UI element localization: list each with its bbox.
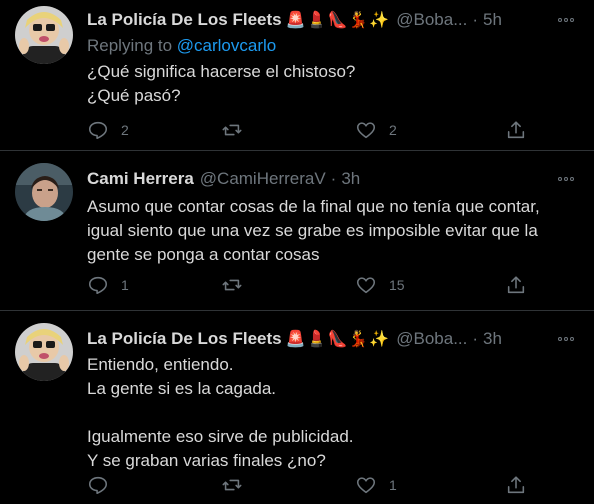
tweet-text-line: ¿Qué significa hacerse el chistoso? [87,62,356,81]
heart-icon [356,277,376,294]
tweet-text-line: igual siento que una vez se grabe es imp… [87,221,538,240]
separator-dot: · [472,10,479,29]
reply-button[interactable] [87,474,221,496]
avatar[interactable] [15,323,73,381]
author-handle[interactable]: @Boba... [396,10,467,30]
tweet-text-line: ¿Qué pasó? [87,86,181,105]
tweet-text-line: Entiendo, entiendo. [87,355,234,374]
share-icon [507,276,525,294]
tweet-actions: 2 2 [87,118,527,142]
tweet-header: Cami Herrera @CamiHerreraV · 3h [87,167,578,191]
share-icon [507,476,525,494]
retweet-button[interactable] [221,119,355,141]
author-handle[interactable]: @Boba... [396,329,467,349]
tweet-text-line: gente se ponga a contar cosas [87,245,320,264]
share-button[interactable] [505,274,527,296]
author-name[interactable]: Cami Herrera [87,169,194,189]
avatar[interactable] [15,6,73,64]
tweet[interactable]: La Policía De Los Fleets 🚨💄👠💃✨ @Boba... … [0,310,594,504]
more-dots-icon[interactable] [554,333,578,345]
reply-mention-link[interactable]: @carlovcarlo [177,36,276,55]
like-button[interactable]: 2 [355,119,489,141]
share-icon [507,121,525,139]
share-button[interactable] [505,119,527,141]
retweet-icon [222,479,242,491]
speech-bubble-icon [88,121,108,140]
heart-icon [356,122,376,139]
tweet-text-line: Asumo que contar cosas de la final que n… [87,197,540,216]
retweet-icon [222,124,242,136]
tweet-header: La Policía De Los Fleets 🚨💄👠💃✨ @Boba... … [87,8,578,32]
avatar[interactable] [15,163,73,221]
tweet-text-line: La gente si es la cagada. [87,379,277,398]
author-handle[interactable]: @CamiHerreraV [200,169,326,189]
timestamp[interactable]: 5h [483,10,502,30]
share-button[interactable] [505,474,527,496]
like-button[interactable]: 1 [355,474,489,496]
tweet-text: Entiendo, entiendo. La gente si es la ca… [87,353,578,473]
tweet[interactable]: Cami Herrera @CamiHerreraV · 3h Asumo qu… [0,150,594,310]
author-emojis: 🚨💄👠💃✨ [285,12,391,29]
timeline: La Policía De Los Fleets 🚨💄👠💃✨ @Boba... … [0,0,594,504]
like-button[interactable]: 15 [355,274,489,296]
author-emojis: 🚨💄👠💃✨ [285,331,391,348]
timestamp[interactable]: 3h [341,169,360,189]
like-count: 2 [389,122,397,138]
retweet-button[interactable] [221,274,355,296]
separator-dot: · [472,329,479,348]
speech-bubble-icon [88,276,108,295]
reply-button[interactable]: 1 [87,274,221,296]
tweet-text-line: Y se graban varias finales ¿no? [87,451,326,470]
reply-count: 1 [121,277,129,293]
speech-bubble-icon [88,476,108,495]
heart-icon [356,477,376,494]
tweet[interactable]: La Policía De Los Fleets 🚨💄👠💃✨ @Boba... … [0,0,594,150]
tweet-text-line: Igualmente eso sirve de publicidad. [87,427,354,446]
like-count: 1 [389,477,397,493]
tweet-text-line [87,401,578,425]
separator-dot: · [330,169,337,188]
like-count: 15 [389,277,405,293]
tweet-actions: 1 [87,473,527,497]
replying-to-label: Replying to [87,36,177,55]
more-dots-icon[interactable] [554,14,578,26]
retweet-button[interactable] [221,474,355,496]
author-name[interactable]: La Policía De Los Fleets [87,329,282,349]
author-name[interactable]: La Policía De Los Fleets [87,10,282,30]
reply-count: 2 [121,122,129,138]
tweet-header: La Policía De Los Fleets 🚨💄👠💃✨ @Boba... … [87,327,578,351]
timestamp[interactable]: 3h [483,329,502,349]
reply-button[interactable]: 2 [87,119,221,141]
replying-to: Replying to @carlovcarlo [87,34,578,58]
tweet-actions: 1 15 [87,273,527,297]
tweet-text: ¿Qué significa hacerse el chistoso? ¿Qué… [87,60,578,108]
more-dots-icon[interactable] [554,173,578,185]
retweet-icon [222,279,242,291]
tweet-text: Asumo que contar cosas de la final que n… [87,195,578,267]
